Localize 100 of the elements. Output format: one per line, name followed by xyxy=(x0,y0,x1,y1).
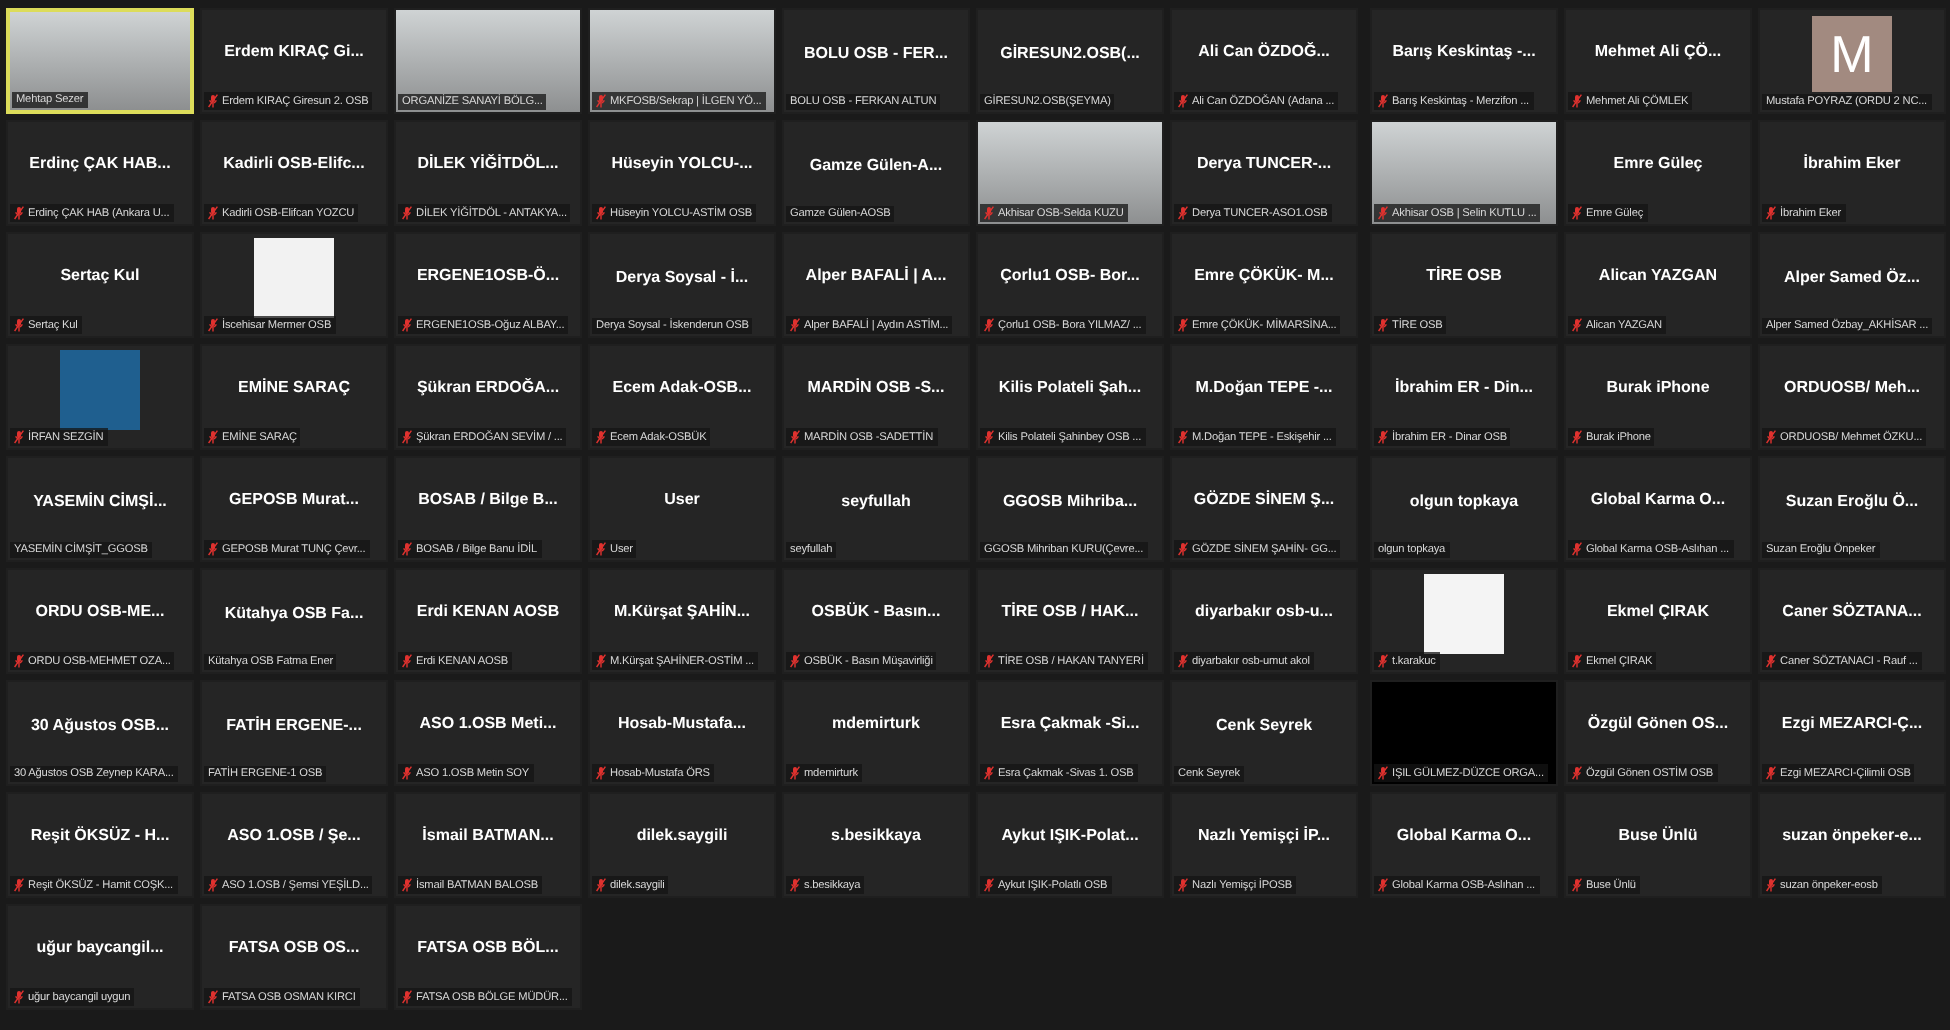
participant-name: Özgül Gönen OS... xyxy=(1587,714,1729,732)
participant-name: Aykut IŞIK-Polat... xyxy=(1001,826,1139,844)
muted-mic-icon xyxy=(596,94,606,108)
participant-name: Ecem Adak-OSB... xyxy=(612,378,752,396)
participant-name: M.Doğan TEPE -... xyxy=(1195,378,1333,396)
participant-name: olgun topkaya xyxy=(1409,491,1519,509)
muted-mic-icon xyxy=(1766,206,1776,220)
participant-name: Cenk Seyrek xyxy=(1215,715,1313,733)
participant-name: dilek.saygili xyxy=(636,826,728,844)
participant-name: ASO 1.OSB Meti... xyxy=(419,714,557,732)
muted-mic-icon xyxy=(790,878,800,892)
participant-name: diyarbakır osb-u... xyxy=(1195,602,1333,620)
participant-name: Alper Samed Öz... xyxy=(1783,267,1921,285)
participant-name: İbrahim Eker xyxy=(1803,154,1901,172)
muted-mic-icon xyxy=(790,318,800,332)
muted-mic-icon xyxy=(1572,878,1582,892)
muted-mic-icon xyxy=(596,878,606,892)
muted-mic-icon xyxy=(1378,878,1388,892)
muted-mic-icon xyxy=(1572,654,1582,668)
participant-name: Kütahya OSB Fa... xyxy=(224,603,364,621)
participant-name: GEPOSB Murat... xyxy=(229,490,359,508)
muted-mic-icon xyxy=(596,430,606,444)
muted-mic-icon xyxy=(984,654,994,668)
muted-mic-icon xyxy=(1178,878,1188,892)
participant-name: Alper BAFALİ | A... xyxy=(805,266,947,284)
muted-mic-icon xyxy=(1766,766,1776,780)
muted-mic-icon xyxy=(208,430,218,444)
participant-name: Çorlu1 OSB- Bor... xyxy=(1000,266,1140,284)
muted-mic-icon xyxy=(1378,206,1388,220)
muted-mic-icon xyxy=(14,990,24,1004)
participant-name: ASO 1.OSB / Şe... xyxy=(227,826,361,844)
muted-mic-icon xyxy=(984,430,994,444)
muted-mic-icon xyxy=(1572,542,1582,556)
participant-name: Alican YAZGAN xyxy=(1598,266,1718,284)
avatar: M xyxy=(1812,16,1892,92)
participant-name: Global Karma O... xyxy=(1590,490,1726,508)
participant-name: Ekmel ÇIRAK xyxy=(1606,602,1710,620)
muted-mic-icon xyxy=(1178,654,1188,668)
participant-name: Hüseyin YOLCU-... xyxy=(611,154,753,172)
muted-mic-icon xyxy=(596,766,606,780)
muted-mic-icon xyxy=(402,542,412,556)
muted-mic-icon xyxy=(1572,430,1582,444)
participant-name: FATSA OSB OS... xyxy=(228,938,360,956)
muted-mic-icon xyxy=(1178,94,1188,108)
participant-name: M.Kürşat ŞAHİN... xyxy=(613,602,750,620)
participant-name: Global Karma O... xyxy=(1396,826,1532,844)
muted-mic-icon xyxy=(402,206,412,220)
muted-mic-icon xyxy=(402,318,412,332)
participant-name: Kilis Polateli Şah... xyxy=(998,378,1142,396)
muted-mic-icon xyxy=(14,206,24,220)
muted-mic-icon xyxy=(596,654,606,668)
participant-name: s.besikkaya xyxy=(831,826,921,844)
muted-mic-icon xyxy=(402,654,412,668)
muted-mic-icon xyxy=(14,318,24,332)
participant-name: Gamze Gülen-A... xyxy=(809,155,943,173)
participant-name: Derya Soysal - İ... xyxy=(615,267,749,285)
participant-name: TİRE OSB xyxy=(1426,266,1502,284)
participant-name: Buse Ünlü xyxy=(1618,826,1698,844)
participant-name: mdemirturk xyxy=(831,714,920,732)
muted-mic-icon xyxy=(1378,318,1388,332)
participant-name: Suzan Eroğlu Ö... xyxy=(1785,491,1919,509)
muted-mic-icon xyxy=(984,878,994,892)
muted-mic-icon xyxy=(1766,430,1776,444)
muted-mic-icon xyxy=(1766,878,1776,892)
muted-mic-icon xyxy=(1766,654,1776,668)
participant-name: Ali Can ÖZDOĞ... xyxy=(1198,42,1330,60)
participant-name: seyfullah xyxy=(841,491,911,509)
participant-name: İbrahim ER - Din... xyxy=(1395,378,1533,396)
participant-name: Derya TUNCER-... xyxy=(1196,154,1332,172)
participant-name: DİLEK YİĞİTDÖL... xyxy=(417,154,559,172)
muted-mic-icon xyxy=(596,542,606,556)
muted-mic-icon xyxy=(1178,318,1188,332)
participant-name: BOSAB / Bilge B... xyxy=(418,490,558,508)
muted-mic-icon xyxy=(1378,654,1388,668)
muted-mic-icon xyxy=(984,766,994,780)
muted-mic-icon xyxy=(790,766,800,780)
participant-name: BOLU OSB - FER... xyxy=(804,43,948,61)
muted-mic-icon xyxy=(14,654,24,668)
participant-name: EMİNE SARAÇ xyxy=(237,378,350,396)
participant-name: ERGENE1OSB-Ö... xyxy=(416,266,560,284)
participant-name: Kadirli OSB-Elifc... xyxy=(223,154,365,172)
muted-mic-icon xyxy=(208,206,218,220)
participant-name: Burak iPhone xyxy=(1606,378,1710,396)
muted-mic-icon xyxy=(208,94,218,108)
participant-name: suzan önpeker-e... xyxy=(1782,826,1922,844)
muted-mic-icon xyxy=(208,318,218,332)
muted-mic-icon xyxy=(1178,206,1188,220)
participant-name: GGOSB Mihriba... xyxy=(1002,491,1138,509)
muted-mic-icon xyxy=(790,430,800,444)
participant-name: İsmail BATMAN... xyxy=(422,826,554,844)
muted-mic-icon xyxy=(14,430,24,444)
participant-name: GÖZDE SİNEM Ş... xyxy=(1193,490,1335,508)
muted-mic-icon xyxy=(1572,206,1582,220)
muted-mic-icon xyxy=(790,654,800,668)
muted-mic-icon xyxy=(1378,430,1388,444)
muted-mic-icon xyxy=(596,206,606,220)
muted-mic-icon xyxy=(984,318,994,332)
participant-name: Hosab-Mustafa... xyxy=(617,714,746,732)
participant-name: ORDUOSB/ Meh... xyxy=(1783,378,1920,396)
participant-name: Ezgi MEZARCI-Ç... xyxy=(1781,714,1923,732)
